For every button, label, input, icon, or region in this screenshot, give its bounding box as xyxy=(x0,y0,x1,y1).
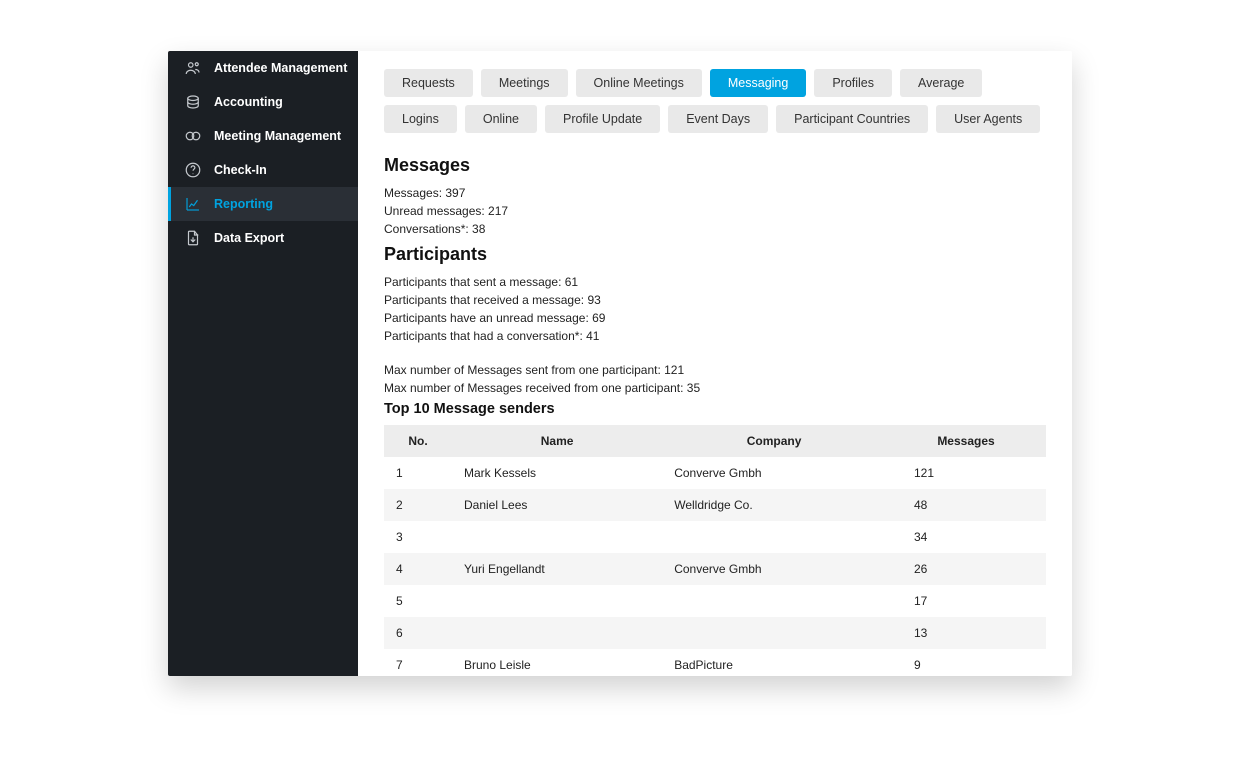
cell-messages: 9 xyxy=(886,649,1046,676)
cell-messages: 34 xyxy=(886,521,1046,553)
cell-no: 5 xyxy=(384,585,452,617)
sidebar-item-accounting[interactable]: Accounting xyxy=(168,85,358,119)
table-row: 3 34 xyxy=(384,521,1046,553)
tab-average[interactable]: Average xyxy=(900,69,982,97)
stat-line: Unread messages: 217 xyxy=(384,202,1046,220)
cell-name: Daniel Lees xyxy=(452,489,662,521)
cell-messages: 26 xyxy=(886,553,1046,585)
stat-line: Participants that sent a message: 61 xyxy=(384,273,1046,291)
cell-no: 6 xyxy=(384,617,452,649)
main-content: Requests Meetings Online Meetings Messag… xyxy=(358,51,1072,676)
cell-no: 7 xyxy=(384,649,452,676)
cell-no: 4 xyxy=(384,553,452,585)
sidebar-item-attendee-management[interactable]: Attendee Management xyxy=(168,51,358,85)
cell-company: Converve Gmbh xyxy=(662,457,886,489)
cell-name xyxy=(452,521,662,553)
stat-line: Max number of Messages sent from one par… xyxy=(384,361,1046,379)
sidebar-item-label: Data Export xyxy=(214,231,284,245)
tab-meetings[interactable]: Meetings xyxy=(481,69,568,97)
cell-no: 2 xyxy=(384,489,452,521)
top10-heading: Top 10 Message senders xyxy=(384,401,1046,417)
table-row: 4Yuri EngellandtConverve Gmbh26 xyxy=(384,553,1046,585)
table-row: 1Mark KesselsConverve Gmbh121 xyxy=(384,457,1046,489)
tab-participant-countries[interactable]: Participant Countries xyxy=(776,105,928,133)
top10-table: No. Name Company Messages 1Mark KesselsC… xyxy=(384,425,1046,676)
sidebar-item-check-in[interactable]: Check-In xyxy=(168,153,358,187)
cell-company xyxy=(662,521,886,553)
stat-line: Max number of Messages received from one… xyxy=(384,379,1046,397)
tab-profile-update[interactable]: Profile Update xyxy=(545,105,660,133)
cell-company: Welldridge Co. xyxy=(662,489,886,521)
sidebar: Attendee Management Accounting Meeting M… xyxy=(168,51,358,676)
cell-company: Converve Gmbh xyxy=(662,553,886,585)
cell-messages: 121 xyxy=(886,457,1046,489)
cell-name: Mark Kessels xyxy=(452,457,662,489)
chart-icon xyxy=(184,195,202,213)
col-header-no: No. xyxy=(384,425,452,457)
sidebar-item-data-export[interactable]: Data Export xyxy=(168,221,358,255)
stat-line: Participants that had a conversation*: 4… xyxy=(384,327,1046,345)
users-icon xyxy=(184,59,202,77)
sidebar-item-meeting-management[interactable]: Meeting Management xyxy=(168,119,358,153)
table-row: 2Daniel LeesWelldridge Co.48 xyxy=(384,489,1046,521)
cell-name xyxy=(452,585,662,617)
stat-line: Messages: 397 xyxy=(384,184,1046,202)
cell-name: Yuri Engellandt xyxy=(452,553,662,585)
coins-icon xyxy=(184,93,202,111)
tab-online[interactable]: Online xyxy=(465,105,537,133)
table-row: 7Bruno LeisleBadPicture9 xyxy=(384,649,1046,676)
col-header-name: Name xyxy=(452,425,662,457)
table-row: 5 17 xyxy=(384,585,1046,617)
app-window: Attendee Management Accounting Meeting M… xyxy=(168,51,1072,676)
table-header-row: No. Name Company Messages xyxy=(384,425,1046,457)
messages-stats: Messages: 397 Unread messages: 217 Conve… xyxy=(384,184,1046,238)
sidebar-item-label: Accounting xyxy=(214,95,283,109)
cell-messages: 17 xyxy=(886,585,1046,617)
tab-profiles[interactable]: Profiles xyxy=(814,69,892,97)
stat-line: Participants that received a message: 93 xyxy=(384,291,1046,309)
col-header-company: Company xyxy=(662,425,886,457)
participants-stats: Participants that sent a message: 61 Par… xyxy=(384,273,1046,345)
link-icon xyxy=(184,127,202,145)
participants-heading: Participants xyxy=(384,244,1046,265)
cell-company xyxy=(662,585,886,617)
cell-name: Bruno Leisle xyxy=(452,649,662,676)
sidebar-item-label: Attendee Management xyxy=(214,61,347,75)
export-icon xyxy=(184,229,202,247)
tab-logins[interactable]: Logins xyxy=(384,105,457,133)
messages-heading: Messages xyxy=(384,155,1046,176)
table-row: 6 13 xyxy=(384,617,1046,649)
cell-name xyxy=(452,617,662,649)
sidebar-item-label: Check-In xyxy=(214,163,267,177)
tab-messaging[interactable]: Messaging xyxy=(710,69,806,97)
tab-user-agents[interactable]: User Agents xyxy=(936,105,1040,133)
participants-max-stats: Max number of Messages sent from one par… xyxy=(384,361,1046,397)
col-header-messages: Messages xyxy=(886,425,1046,457)
stat-line: Participants have an unread message: 69 xyxy=(384,309,1046,327)
cell-company: BadPicture xyxy=(662,649,886,676)
help-icon xyxy=(184,161,202,179)
tab-event-days[interactable]: Event Days xyxy=(668,105,768,133)
cell-company xyxy=(662,617,886,649)
tab-bar: Requests Meetings Online Meetings Messag… xyxy=(384,69,1046,133)
sidebar-item-label: Reporting xyxy=(214,197,273,211)
stat-line: Conversations*: 38 xyxy=(384,220,1046,238)
tab-online-meetings[interactable]: Online Meetings xyxy=(576,69,702,97)
cell-no: 3 xyxy=(384,521,452,553)
cell-messages: 13 xyxy=(886,617,1046,649)
cell-no: 1 xyxy=(384,457,452,489)
sidebar-item-reporting[interactable]: Reporting xyxy=(168,187,358,221)
sidebar-item-label: Meeting Management xyxy=(214,129,341,143)
cell-messages: 48 xyxy=(886,489,1046,521)
tab-requests[interactable]: Requests xyxy=(384,69,473,97)
